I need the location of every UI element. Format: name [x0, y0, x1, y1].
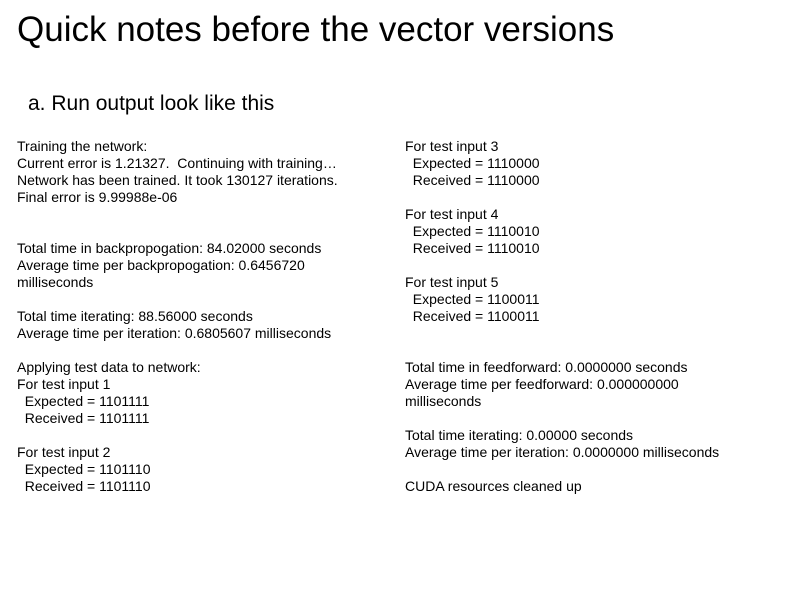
output-column-right: For test input 3 Expected = 1110000 Rece… — [405, 138, 785, 495]
output-column-left: Training the network: Current error is 1… — [17, 138, 407, 495]
slide: Quick notes before the vector versions a… — [0, 0, 800, 600]
slide-subhead: a. Run output look like this — [28, 92, 274, 116]
slide-title: Quick notes before the vector versions — [17, 10, 614, 50]
